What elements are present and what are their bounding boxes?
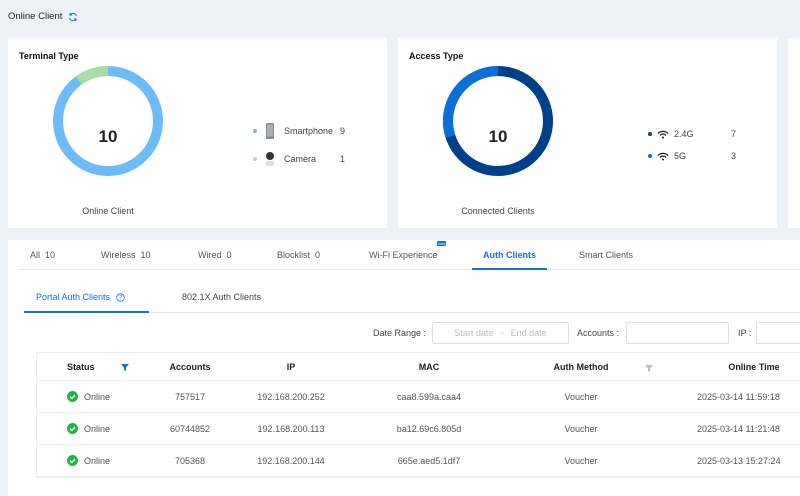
- filter-icon[interactable]: [121, 363, 129, 371]
- new-badge: new: [437, 241, 447, 246]
- auth-method-cell: Voucher: [564, 423, 598, 434]
- donut-caption: Connected Clients: [461, 206, 535, 216]
- tabs-divider: [18, 269, 800, 270]
- third-card: [788, 38, 800, 228]
- accounts-input[interactable]: [626, 322, 729, 344]
- account-cell: 705368: [174, 455, 206, 466]
- legend-dot: [648, 132, 652, 136]
- tab-blocklist[interactable]: Blocklist 0: [277, 250, 320, 260]
- page-title: Online Client: [8, 11, 63, 22]
- account-cell: 60744852: [169, 423, 211, 434]
- legend-dot: [253, 129, 257, 133]
- table-row[interactable]: Online 60744852 192.168.200.113 ba12.69c…: [37, 413, 800, 445]
- mac-cell: ba12.69c6.805d: [396, 423, 462, 434]
- terminal-type-card: Terminal Type 10 Online Client Smartphon…: [8, 38, 387, 228]
- ip-label: IP :: [738, 328, 752, 338]
- total-count: 10: [488, 127, 508, 146]
- clients-panel: All 10 Wireless 10 Wired 0 Blocklist 0 W…: [8, 240, 800, 496]
- col-auth-method: Auth Method: [553, 361, 609, 372]
- online-time-cell: 2025-03-13 15:27:24: [697, 455, 781, 466]
- legend-item-2.4g: 2.4G 7: [648, 129, 736, 139]
- active-subtab-indicator: [24, 311, 149, 313]
- legend-label: 2.4G: [674, 129, 694, 139]
- donut-caption: Online Client: [82, 206, 134, 216]
- tab-wired[interactable]: Wired 0: [198, 250, 232, 260]
- legend-dot: [648, 154, 652, 158]
- legend-count: 3: [731, 151, 737, 161]
- smartphone-icon: [266, 123, 274, 139]
- tab-smart-clients[interactable]: Smart Clients: [579, 250, 633, 260]
- tab-wireless[interactable]: Wireless 10: [101, 250, 151, 260]
- online-time-cell: 2025-03-14 11:59:18: [697, 391, 780, 402]
- auth-method-cell: Voucher: [564, 455, 598, 466]
- legend-count: 9: [340, 126, 346, 136]
- legend-count: 1: [340, 154, 346, 164]
- total-count: 10: [98, 127, 118, 146]
- legend-item-5g: 5G 3: [648, 151, 736, 161]
- status-cell: Online: [67, 381, 110, 412]
- account-cell: 757517: [174, 391, 206, 402]
- card-title: Terminal Type: [19, 51, 79, 61]
- donut-segment-smartphone: [53, 66, 163, 176]
- tab-all[interactable]: All 10: [30, 250, 55, 260]
- status-cell: Online: [67, 445, 110, 476]
- col-status: Status: [67, 353, 129, 380]
- auth-clients-table: Status Accounts IP MAC Auth Method Onlin…: [36, 352, 800, 478]
- legend-count: 7: [731, 129, 737, 139]
- status-cell: Online: [67, 413, 110, 444]
- ip-cell: 192.168.200.252: [257, 391, 325, 402]
- table-header: Status Accounts IP MAC Auth Method Onlin…: [37, 353, 800, 381]
- subtab-802-1x-auth-clients[interactable]: 802.1X Auth Clients: [182, 292, 261, 302]
- mac-cell: caa8.599a.caa4: [396, 391, 462, 402]
- wifi-icon: [657, 152, 669, 160]
- legend-item-camera: Camera 1: [253, 151, 345, 167]
- legend-item-smartphone: Smartphone 9: [253, 123, 345, 139]
- online-time-cell: 2025-03-14 11:21:48: [697, 423, 780, 434]
- donut-segment-camera: [75, 65, 109, 85]
- access-donut-chart: [442, 65, 553, 176]
- tab-wifi-experience[interactable]: Wi-Fi Experience new: [369, 241, 447, 260]
- col-accounts: Accounts: [169, 361, 211, 372]
- accounts-label: Accounts :: [577, 328, 620, 338]
- help-icon[interactable]: ?: [116, 292, 125, 302]
- legend-dot: [253, 157, 257, 161]
- subtab-portal-auth-clients[interactable]: Portal Auth Clients ?: [36, 292, 125, 302]
- access-type-card: Access Type 10 Connected Clients 2.4G 7 …: [398, 38, 777, 228]
- legend-label: Camera: [284, 154, 317, 164]
- date-range-label: Date Range :: [373, 328, 427, 338]
- auth-method-cell: Voucher: [564, 391, 598, 402]
- tab-auth-clients[interactable]: Auth Clients: [483, 250, 536, 260]
- wifi-icon: [657, 130, 669, 138]
- card-title: Access Type: [409, 51, 464, 61]
- date-range-picker[interactable]: Start date ~ End date: [432, 322, 569, 344]
- col-online-time: Online Time: [728, 361, 780, 372]
- ip-cell: 192.168.200.144: [257, 455, 325, 466]
- refresh-icon[interactable]: [68, 12, 78, 22]
- table-row[interactable]: Online 757517 192.168.200.252 caa8.599a.…: [37, 381, 800, 413]
- terminal-donut-chart: [53, 65, 163, 176]
- legend-label: Smartphone: [284, 126, 334, 136]
- col-ip: IP: [286, 361, 296, 372]
- mac-cell: 665e.aed5.1df7: [397, 455, 461, 466]
- filter-icon[interactable]: [645, 364, 653, 372]
- page-header: Online Client: [8, 11, 78, 22]
- col-mac: MAC: [418, 361, 440, 372]
- check-circle-icon: [67, 455, 78, 466]
- table-row[interactable]: Online 705368 192.168.200.144 665e.aed5.…: [37, 445, 800, 477]
- legend-label: 5G: [674, 151, 687, 161]
- ip-cell: 192.168.200.113: [257, 423, 325, 434]
- check-circle-icon: [67, 423, 78, 434]
- ip-input[interactable]: [756, 322, 800, 344]
- check-circle-icon: [67, 391, 78, 402]
- active-tab-indicator: [472, 268, 547, 270]
- camera-icon: [266, 152, 274, 166]
